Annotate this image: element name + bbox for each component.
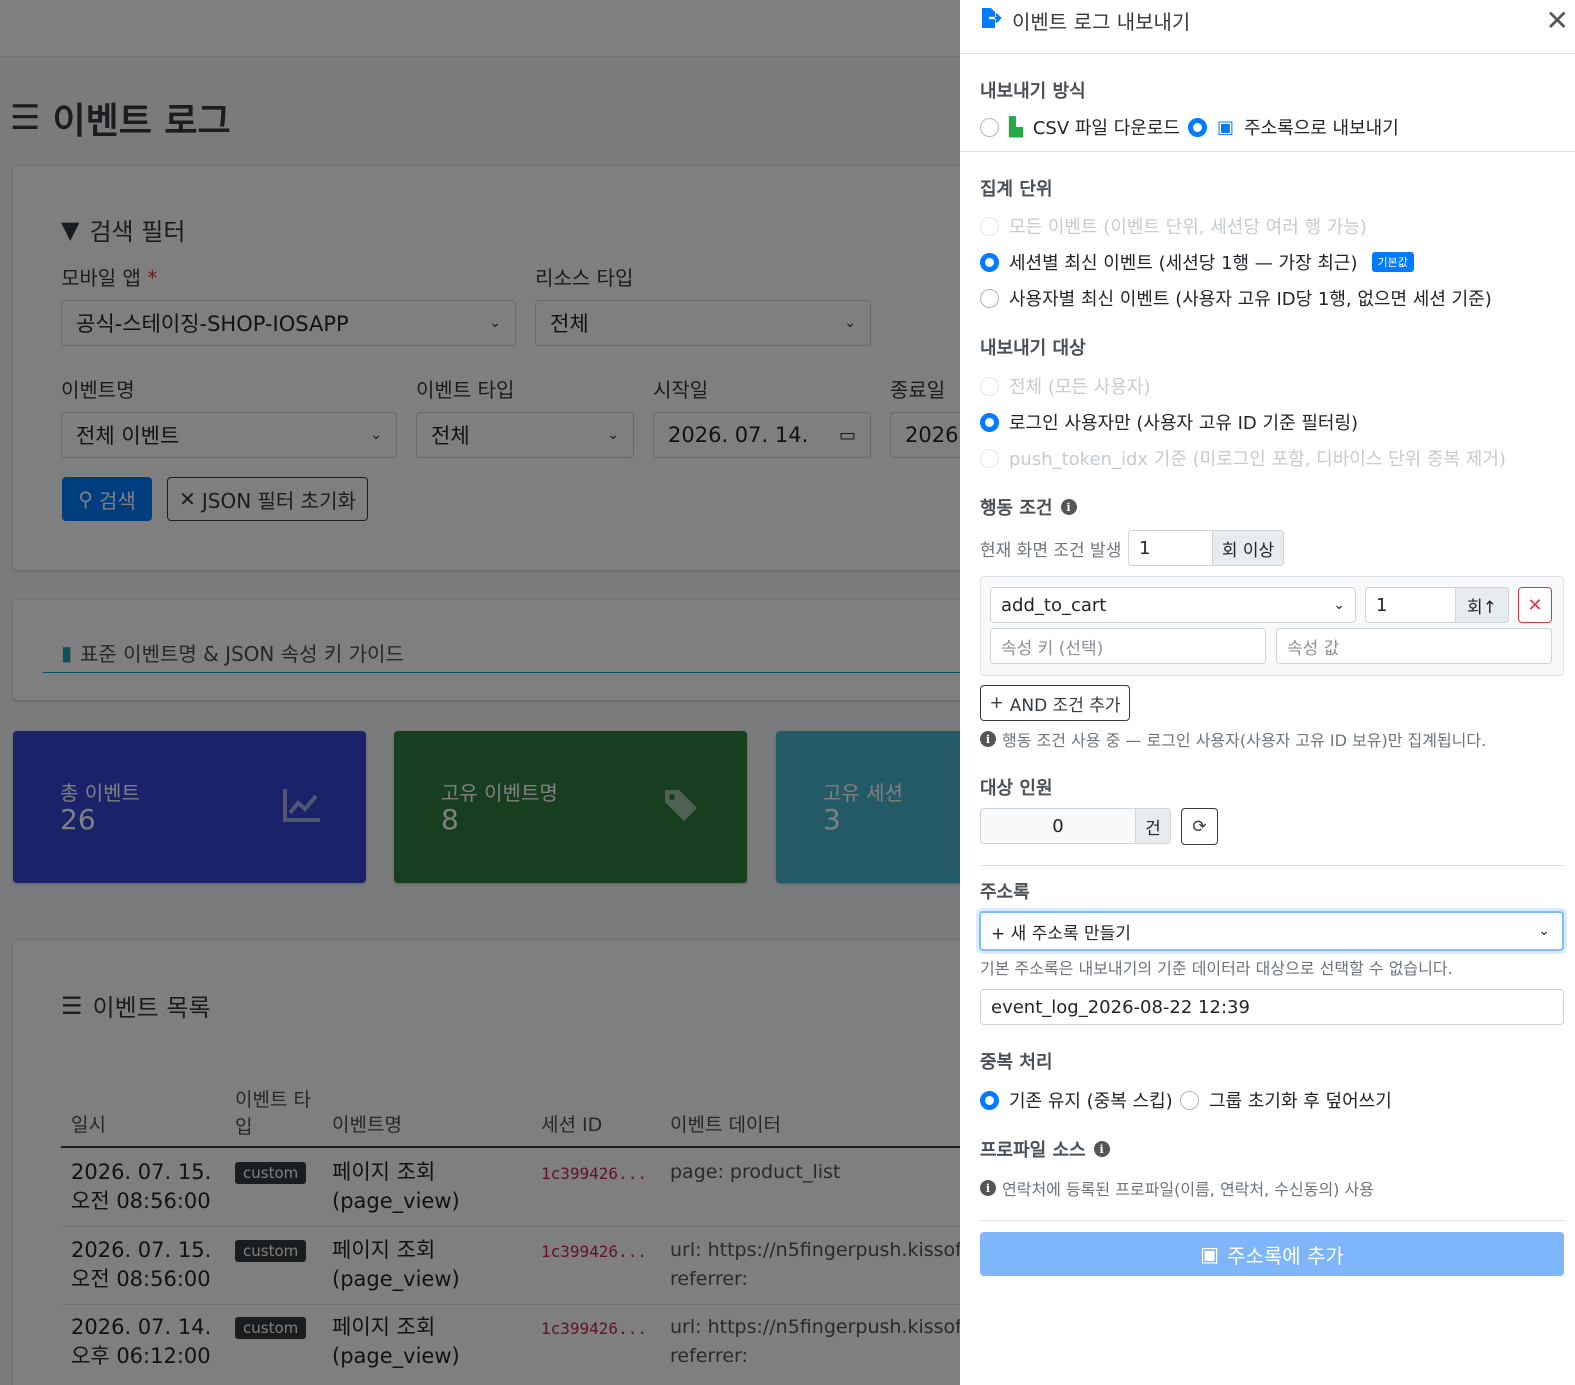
address-book-icon: ▣ <box>1200 1242 1220 1266</box>
add-and-condition-button[interactable]: + AND 조건 추가 <box>980 685 1130 721</box>
export-panel: 이벤트 로그 내보내기 ✕ 내보내기 방식 ▙ CSV 파일 다운로드 ▣ 주소… <box>960 0 1575 1385</box>
screen-condition-label: 현재 화면 조건 발생 <box>980 541 1122 561</box>
divider <box>980 1220 1565 1221</box>
divider <box>960 151 1575 152</box>
aggregation-unit-label: 집계 단위 <box>980 179 1053 200</box>
export-method-label: 내보내기 방식 <box>980 81 1086 102</box>
behavior-condition-label: 행동 조건 i <box>980 494 1077 520</box>
addressbook-select[interactable]: + 새 주소록 만들기 ⌄ <box>979 911 1564 951</box>
modal-backdrop[interactable] <box>0 0 960 1385</box>
event-name-select[interactable]: add_to_cart ⌄ <box>990 587 1356 623</box>
event-count-input[interactable]: 1 <box>1365 587 1456 623</box>
duplicate-overwrite-radio[interactable]: 그룹 초기화 후 덮어쓰기 <box>1180 1087 1392 1113</box>
chevron-down-icon: ⌄ <box>1333 597 1345 613</box>
divider <box>980 865 1565 866</box>
target-login-radio[interactable]: 로그인 사용자만 (사용자 고유 ID 기준 필터링) <box>980 409 1358 435</box>
profile-note: i 연락처에 등록된 프로파일(이름, 연락처, 수신동의) 사용 <box>980 1176 1374 1200</box>
property-value-input[interactable]: 속성 값 <box>1276 628 1552 664</box>
screen-count-input[interactable]: 1 <box>1128 530 1213 566</box>
close-icon: ✕ <box>1527 594 1543 616</box>
audience-count: 0 <box>980 808 1136 844</box>
default-badge: 기본값 <box>1371 252 1414 272</box>
chevron-down-icon: ⌄ <box>1538 923 1550 939</box>
remove-condition-button[interactable]: ✕ <box>1518 587 1552 623</box>
file-csv-icon: ▙ <box>1009 116 1023 138</box>
address-book-icon: ▣ <box>1217 116 1235 138</box>
addressbook-name-input[interactable]: event_log_2026-08-22 12:39 <box>980 989 1564 1025</box>
info-icon: i <box>980 731 996 747</box>
audience-suffix: 건 <box>1135 808 1171 844</box>
audience-label: 대상 인원 <box>980 778 1053 799</box>
duplicate-keep-radio[interactable]: 기존 유지 (중복 스킵) <box>980 1087 1173 1113</box>
refresh-button[interactable]: ⟳ <box>1181 808 1218 845</box>
close-icon[interactable]: ✕ <box>1546 4 1569 37</box>
method-csv-radio[interactable]: ▙ CSV 파일 다운로드 <box>980 114 1180 140</box>
plus-icon: + <box>989 693 1004 713</box>
unit-all-events-radio[interactable]: 모든 이벤트 (이벤트 단위, 세션당 여러 행 가능) <box>980 213 1367 239</box>
refresh-icon: ⟳ <box>1192 816 1207 837</box>
duplicate-handling-label: 중복 처리 <box>980 1052 1053 1073</box>
target-push-token-radio[interactable]: push_token_idx 기준 (미로그인 포함, 디바이스 단위 중복 제… <box>980 445 1506 471</box>
file-export-icon <box>980 7 1002 34</box>
export-target-label: 내보내기 대상 <box>980 338 1086 359</box>
addressbook-label: 주소록 <box>980 882 1030 903</box>
info-icon: i <box>980 1180 996 1196</box>
unit-user-latest-radio[interactable]: 사용자별 최신 이벤트 (사용자 고유 ID당 1행, 없으면 세션 기준) <box>980 285 1492 311</box>
property-key-input[interactable]: 속성 키 (선택) <box>990 628 1266 664</box>
info-icon[interactable]: i <box>1093 1141 1110 1157</box>
screen-count-suffix: 회 이상 <box>1212 530 1284 566</box>
method-addressbook-radio[interactable]: ▣ 주소록으로 내보내기 <box>1188 114 1399 140</box>
add-to-addressbook-button[interactable]: ▣ 주소록에 추가 <box>980 1232 1564 1276</box>
unit-session-latest-radio[interactable]: 세션별 최신 이벤트 (세션당 1행 — 가장 최근) 기본값 <box>980 249 1414 275</box>
panel-header: 이벤트 로그 내보내기 ✕ <box>960 0 1575 54</box>
info-icon[interactable]: i <box>1060 499 1077 515</box>
panel-title: 이벤트 로그 내보내기 <box>980 6 1190 35</box>
addressbook-note: 기본 주소록은 내보내기의 기준 데이터라 대상으로 선택할 수 없습니다. <box>980 959 1453 978</box>
event-count-suffix: 회↑ <box>1455 587 1509 623</box>
profile-source-label: 프로파일 소스 i <box>980 1136 1110 1162</box>
behavior-note: i 행동 조건 사용 중 — 로그인 사용자(사용자 고유 ID 보유)만 집계… <box>980 727 1486 751</box>
target-all-radio[interactable]: 전체 (모든 사용자) <box>980 373 1150 399</box>
